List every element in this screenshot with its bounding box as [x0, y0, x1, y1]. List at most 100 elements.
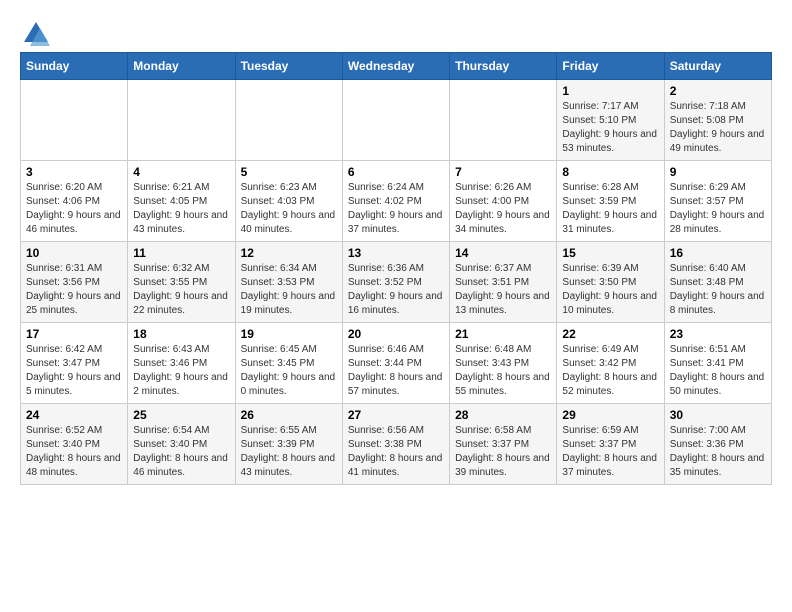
- calendar-cell: 24 Sunrise: 6:52 AM Sunset: 3:40 PM Dayli…: [21, 404, 128, 485]
- day-info: Sunrise: 6:23 AM Sunset: 4:03 PM Dayligh…: [241, 181, 337, 237]
- day-number: 5: [241, 165, 337, 179]
- day-number: 2: [670, 84, 766, 98]
- calendar-week-row: 3 Sunrise: 6:20 AM Sunset: 4:06 PM Daylig…: [21, 161, 772, 242]
- day-info: Sunrise: 6:49 AM Sunset: 3:42 PM Dayligh…: [562, 343, 658, 399]
- day-info: Sunrise: 6:48 AM Sunset: 3:43 PM Dayligh…: [455, 343, 551, 399]
- calendar-cell: 23 Sunrise: 6:51 AM Sunset: 3:41 PM Dayli…: [664, 323, 771, 404]
- calendar-cell: 30 Sunrise: 7:00 AM Sunset: 3:36 PM Dayli…: [664, 404, 771, 485]
- day-number: 24: [26, 408, 122, 422]
- calendar-cell: 18Sunrise: 6:43 AM Sunset: 3:46 PM Dayli…: [128, 323, 235, 404]
- calendar-week-row: 24 Sunrise: 6:52 AM Sunset: 3:40 PM Dayli…: [21, 404, 772, 485]
- day-info: Sunrise: 7:17 AM Sunset: 5:10 PM Dayligh…: [562, 100, 658, 156]
- day-info: Sunrise: 6:21 AM Sunset: 4:05 PM Dayligh…: [133, 181, 229, 237]
- calendar-week-row: 17 Sunrise: 6:42 AM Sunset: 3:47 PM Dayli…: [21, 323, 772, 404]
- calendar-week-row: 10Sunrise: 6:31 AM Sunset: 3:56 PM Dayli…: [21, 242, 772, 323]
- day-number: 1: [562, 84, 658, 98]
- calendar-cell: 9 Sunrise: 6:29 AM Sunset: 3:57 PM Daylig…: [664, 161, 771, 242]
- day-number: 13: [348, 246, 444, 260]
- calendar-cell: 19 Sunrise: 6:45 AM Sunset: 3:45 PM Dayli…: [235, 323, 342, 404]
- calendar-cell: 14Sunrise: 6:37 AM Sunset: 3:51 PM Dayli…: [450, 242, 557, 323]
- day-info: Sunrise: 6:59 AM Sunset: 3:37 PM Dayligh…: [562, 424, 658, 480]
- calendar-cell: 21 Sunrise: 6:48 AM Sunset: 3:43 PM Dayli…: [450, 323, 557, 404]
- day-number: 6: [348, 165, 444, 179]
- day-info: Sunrise: 7:18 AM Sunset: 5:08 PM Dayligh…: [670, 100, 766, 156]
- day-number: 27: [348, 408, 444, 422]
- day-info: Sunrise: 6:24 AM Sunset: 4:02 PM Dayligh…: [348, 181, 444, 237]
- calendar-cell: 1 Sunrise: 7:17 AM Sunset: 5:10 PM Daylig…: [557, 80, 664, 161]
- day-number: 26: [241, 408, 337, 422]
- day-info: Sunrise: 6:42 AM Sunset: 3:47 PM Dayligh…: [26, 343, 122, 399]
- day-info: Sunrise: 6:56 AM Sunset: 3:38 PM Dayligh…: [348, 424, 444, 480]
- day-number: 12: [241, 246, 337, 260]
- calendar-cell: 11Sunrise: 6:32 AM Sunset: 3:55 PM Dayli…: [128, 242, 235, 323]
- calendar-cell: 16Sunrise: 6:40 AM Sunset: 3:48 PM Dayli…: [664, 242, 771, 323]
- day-info: Sunrise: 6:36 AM Sunset: 3:52 PM Dayligh…: [348, 262, 444, 318]
- calendar-cell: 4 Sunrise: 6:21 AM Sunset: 4:05 PM Daylig…: [128, 161, 235, 242]
- day-number: 14: [455, 246, 551, 260]
- day-info: Sunrise: 6:20 AM Sunset: 4:06 PM Dayligh…: [26, 181, 122, 237]
- calendar-cell: 2 Sunrise: 7:18 AM Sunset: 5:08 PM Daylig…: [664, 80, 771, 161]
- calendar-cell: 3 Sunrise: 6:20 AM Sunset: 4:06 PM Daylig…: [21, 161, 128, 242]
- calendar-cell: 5 Sunrise: 6:23 AM Sunset: 4:03 PM Daylig…: [235, 161, 342, 242]
- calendar-cell: 13 Sunrise: 6:36 AM Sunset: 3:52 PM Dayli…: [342, 242, 449, 323]
- day-number: 21: [455, 327, 551, 341]
- calendar-cell: 29 Sunrise: 6:59 AM Sunset: 3:37 PM Dayli…: [557, 404, 664, 485]
- day-number: 23: [670, 327, 766, 341]
- day-info: Sunrise: 6:45 AM Sunset: 3:45 PM Dayligh…: [241, 343, 337, 399]
- calendar-cell: 28 Sunrise: 6:58 AM Sunset: 3:37 PM Dayli…: [450, 404, 557, 485]
- day-number: 29: [562, 408, 658, 422]
- calendar-header: SundayMondayTuesdayWednesdayThursdayFrid…: [21, 53, 772, 80]
- calendar-cell: [128, 80, 235, 161]
- calendar-cell: 6 Sunrise: 6:24 AM Sunset: 4:02 PM Daylig…: [342, 161, 449, 242]
- day-info: Sunrise: 7:00 AM Sunset: 3:36 PM Dayligh…: [670, 424, 766, 480]
- day-number: 30: [670, 408, 766, 422]
- day-number: 28: [455, 408, 551, 422]
- day-info: Sunrise: 6:29 AM Sunset: 3:57 PM Dayligh…: [670, 181, 766, 237]
- day-number: 3: [26, 165, 122, 179]
- calendar-cell: 26 Sunrise: 6:55 AM Sunset: 3:39 PM Dayli…: [235, 404, 342, 485]
- day-number: 20: [348, 327, 444, 341]
- day-number: 17: [26, 327, 122, 341]
- day-number: 4: [133, 165, 229, 179]
- weekday-header-friday: Friday: [557, 53, 664, 80]
- day-info: Sunrise: 6:55 AM Sunset: 3:39 PM Dayligh…: [241, 424, 337, 480]
- day-info: Sunrise: 6:26 AM Sunset: 4:00 PM Dayligh…: [455, 181, 551, 237]
- calendar-cell: 12 Sunrise: 6:34 AM Sunset: 3:53 PM Dayli…: [235, 242, 342, 323]
- calendar-cell: 10Sunrise: 6:31 AM Sunset: 3:56 PM Dayli…: [21, 242, 128, 323]
- day-info: Sunrise: 6:52 AM Sunset: 3:40 PM Dayligh…: [26, 424, 122, 480]
- day-number: 25: [133, 408, 229, 422]
- page-header: [20, 20, 772, 42]
- calendar-cell: [342, 80, 449, 161]
- day-info: Sunrise: 6:46 AM Sunset: 3:44 PM Dayligh…: [348, 343, 444, 399]
- calendar-table: SundayMondayTuesdayWednesdayThursdayFrid…: [20, 52, 772, 485]
- weekday-header-tuesday: Tuesday: [235, 53, 342, 80]
- day-number: 9: [670, 165, 766, 179]
- day-number: 7: [455, 165, 551, 179]
- day-info: Sunrise: 6:51 AM Sunset: 3:41 PM Dayligh…: [670, 343, 766, 399]
- calendar-cell: 15Sunrise: 6:39 AM Sunset: 3:50 PM Dayli…: [557, 242, 664, 323]
- weekday-header-sunday: Sunday: [21, 53, 128, 80]
- day-info: Sunrise: 6:54 AM Sunset: 3:40 PM Dayligh…: [133, 424, 229, 480]
- calendar-cell: 20 Sunrise: 6:46 AM Sunset: 3:44 PM Dayli…: [342, 323, 449, 404]
- day-number: 22: [562, 327, 658, 341]
- calendar-cell: [235, 80, 342, 161]
- calendar-body: 1 Sunrise: 7:17 AM Sunset: 5:10 PM Daylig…: [21, 80, 772, 485]
- logo: [20, 20, 50, 42]
- weekday-header-wednesday: Wednesday: [342, 53, 449, 80]
- calendar-cell: 25 Sunrise: 6:54 AM Sunset: 3:40 PM Dayli…: [128, 404, 235, 485]
- calendar-cell: 17 Sunrise: 6:42 AM Sunset: 3:47 PM Dayli…: [21, 323, 128, 404]
- day-info: Sunrise: 6:58 AM Sunset: 3:37 PM Dayligh…: [455, 424, 551, 480]
- day-info: Sunrise: 6:39 AM Sunset: 3:50 PM Dayligh…: [562, 262, 658, 318]
- calendar-cell: 27 Sunrise: 6:56 AM Sunset: 3:38 PM Dayli…: [342, 404, 449, 485]
- weekday-header-saturday: Saturday: [664, 53, 771, 80]
- day-number: 10: [26, 246, 122, 260]
- day-info: Sunrise: 6:34 AM Sunset: 3:53 PM Dayligh…: [241, 262, 337, 318]
- calendar-cell: 22 Sunrise: 6:49 AM Sunset: 3:42 PM Dayli…: [557, 323, 664, 404]
- calendar-week-row: 1 Sunrise: 7:17 AM Sunset: 5:10 PM Daylig…: [21, 80, 772, 161]
- calendar-cell: [450, 80, 557, 161]
- day-number: 19: [241, 327, 337, 341]
- weekday-row: SundayMondayTuesdayWednesdayThursdayFrid…: [21, 53, 772, 80]
- day-number: 8: [562, 165, 658, 179]
- weekday-header-thursday: Thursday: [450, 53, 557, 80]
- calendar-cell: 8Sunrise: 6:28 AM Sunset: 3:59 PM Daylig…: [557, 161, 664, 242]
